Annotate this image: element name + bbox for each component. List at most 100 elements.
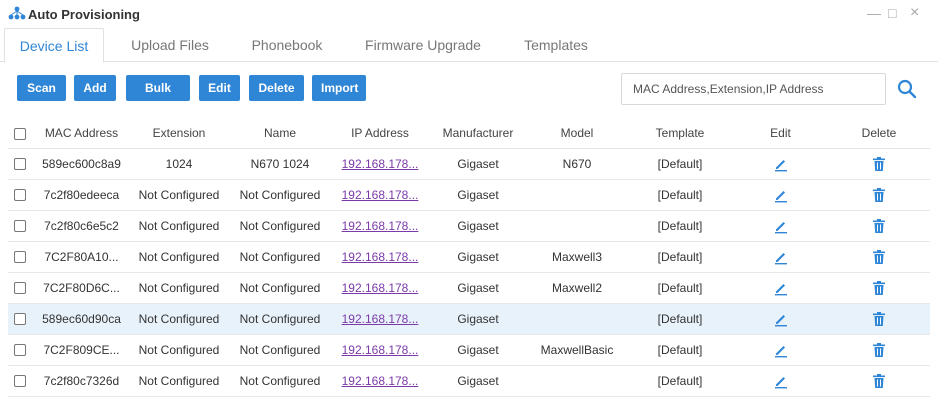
edit-icon[interactable] xyxy=(773,218,789,234)
table-row[interactable]: 7c2f80c7326d Not Configured Not Configured… xyxy=(8,365,930,397)
table-row[interactable]: 589ec60d90ca Not Configured Not Configured… xyxy=(8,303,930,335)
edit-cell xyxy=(733,210,828,242)
delete-cell xyxy=(828,272,930,304)
column-header-edit: Edit xyxy=(733,118,828,149)
tab-firmware-upgrade[interactable]: Firmware Upgrade xyxy=(358,28,488,62)
manufacturer-cell: Gigaset xyxy=(429,179,527,211)
table-header: MAC Address Extension Name IP Address Ma… xyxy=(8,118,930,149)
trash-icon[interactable] xyxy=(871,249,887,265)
edit-icon[interactable] xyxy=(773,187,789,203)
tab-upload-files[interactable]: Upload Files xyxy=(120,28,220,62)
tab-device-list[interactable]: Device List xyxy=(4,28,104,63)
trash-icon[interactable] xyxy=(871,218,887,234)
select-all-checkbox[interactable] xyxy=(14,127,26,140)
delete-cell xyxy=(828,334,930,366)
row-checkbox[interactable] xyxy=(14,313,26,326)
edit-icon[interactable] xyxy=(773,280,789,296)
manufacturer-cell: Gigaset xyxy=(429,148,527,180)
import-button[interactable]: Import xyxy=(312,75,366,101)
maximize-button[interactable]: □ xyxy=(888,6,896,20)
template-cell: [Default] xyxy=(627,334,733,366)
edit-cell xyxy=(733,148,828,180)
table-row[interactable]: 7c2f80edeeca Not Configured Not Configured… xyxy=(8,179,930,211)
extension-cell: Not Configured xyxy=(129,365,229,397)
manufacturer-cell: Gigaset xyxy=(429,241,527,273)
table-row[interactable]: 7c2f80c6e5c2 Not Configured Not Configured… xyxy=(8,210,930,242)
name-cell: Not Configured xyxy=(229,179,331,211)
row-checkbox[interactable] xyxy=(14,189,26,202)
tab-phonebook[interactable]: Phonebook xyxy=(237,28,337,62)
name-cell: Not Configured xyxy=(229,365,331,397)
table-row[interactable]: 589ec600c8a9 1024 N670 1024 192.168.178... G… xyxy=(8,148,930,180)
column-header-name[interactable]: Name xyxy=(229,118,331,149)
ip-address-link[interactable]: 192.168.178... xyxy=(342,374,419,388)
column-header-mac[interactable]: MAC Address xyxy=(34,118,129,149)
table-body: 589ec600c8a9 1024 N670 1024 192.168.178... G… xyxy=(8,148,930,397)
manufacturer-cell: Gigaset xyxy=(429,334,527,366)
row-checkbox[interactable] xyxy=(14,375,26,388)
model-cell: MaxwellBasic xyxy=(527,334,627,366)
column-header-extension[interactable]: Extension xyxy=(129,118,229,149)
edit-button[interactable]: Edit xyxy=(199,75,240,101)
table-row[interactable]: 7C2F80A10... Not Configured Not Configured… xyxy=(8,241,930,273)
edit-cell xyxy=(733,365,828,397)
ip-address-cell: 192.168.178... xyxy=(331,148,429,180)
extension-cell: Not Configured xyxy=(129,241,229,273)
row-checkbox[interactable] xyxy=(14,158,26,171)
delete-button[interactable]: Delete xyxy=(249,75,304,101)
ip-address-link[interactable]: 192.168.178... xyxy=(342,250,419,264)
bulk-add-button[interactable]: Bulk Add xyxy=(126,75,190,121)
edit-icon[interactable] xyxy=(773,342,789,358)
delete-cell xyxy=(828,303,930,335)
column-header-template[interactable]: Template xyxy=(627,118,733,149)
ip-address-link[interactable]: 192.168.178... xyxy=(342,281,419,295)
search-input[interactable] xyxy=(621,73,886,105)
trash-icon[interactable] xyxy=(871,156,887,172)
delete-cell xyxy=(828,179,930,211)
model-cell: Maxwell2 xyxy=(527,272,627,304)
edit-icon[interactable] xyxy=(773,311,789,327)
table-row[interactable]: 7C2F809CE... Not Configured Not Configured… xyxy=(8,334,930,366)
row-checkbox[interactable] xyxy=(14,282,26,295)
ip-address-link[interactable]: 192.168.178... xyxy=(342,343,419,357)
ip-address-link[interactable]: 192.168.178... xyxy=(342,188,419,202)
trash-icon[interactable] xyxy=(871,311,887,327)
model-cell xyxy=(527,303,627,335)
tab-bar: Device List Upload Files Phonebook Firmw… xyxy=(0,28,938,63)
name-cell: Not Configured xyxy=(229,241,331,273)
edit-icon[interactable] xyxy=(773,249,789,265)
template-cell: [Default] xyxy=(627,210,733,242)
ip-address-link[interactable]: 192.168.178... xyxy=(342,157,419,171)
minimize-button[interactable]: — xyxy=(867,6,881,20)
edit-icon[interactable] xyxy=(773,373,789,389)
row-checkbox[interactable] xyxy=(14,344,26,357)
ip-address-link[interactable]: 192.168.178... xyxy=(342,219,419,233)
ip-address-link[interactable]: 192.168.178... xyxy=(342,312,419,326)
column-header-manufacturer[interactable]: Manufacturer xyxy=(429,118,527,149)
row-checkbox[interactable] xyxy=(14,220,26,233)
column-header-model[interactable]: Model xyxy=(527,118,627,149)
manufacturer-cell: Gigaset xyxy=(429,210,527,242)
trash-icon[interactable] xyxy=(871,342,887,358)
template-cell: [Default] xyxy=(627,365,733,397)
ip-address-cell: 192.168.178... xyxy=(331,365,429,397)
close-button[interactable]: × xyxy=(910,5,919,21)
row-checkbox[interactable] xyxy=(14,251,26,264)
edit-icon[interactable] xyxy=(773,156,789,172)
column-header-ip[interactable]: IP Address xyxy=(331,118,429,149)
mac-address-cell: 7C2F80D6C... xyxy=(34,272,129,304)
title-bar: Auto Provisioning — □ × xyxy=(0,0,938,28)
scan-button[interactable]: Scan xyxy=(17,75,66,101)
extension-cell: Not Configured xyxy=(129,303,229,335)
template-cell: [Default] xyxy=(627,148,733,180)
add-button[interactable]: Add xyxy=(74,75,116,101)
trash-icon[interactable] xyxy=(871,187,887,203)
search-icon[interactable] xyxy=(897,79,917,99)
trash-icon[interactable] xyxy=(871,373,887,389)
table-row[interactable]: 7C2F80D6C... Not Configured Not Configured… xyxy=(8,272,930,304)
manufacturer-cell: Gigaset xyxy=(429,272,527,304)
trash-icon[interactable] xyxy=(871,280,887,296)
ip-address-cell: 192.168.178... xyxy=(331,179,429,211)
tab-templates[interactable]: Templates xyxy=(508,28,604,62)
edit-cell xyxy=(733,334,828,366)
